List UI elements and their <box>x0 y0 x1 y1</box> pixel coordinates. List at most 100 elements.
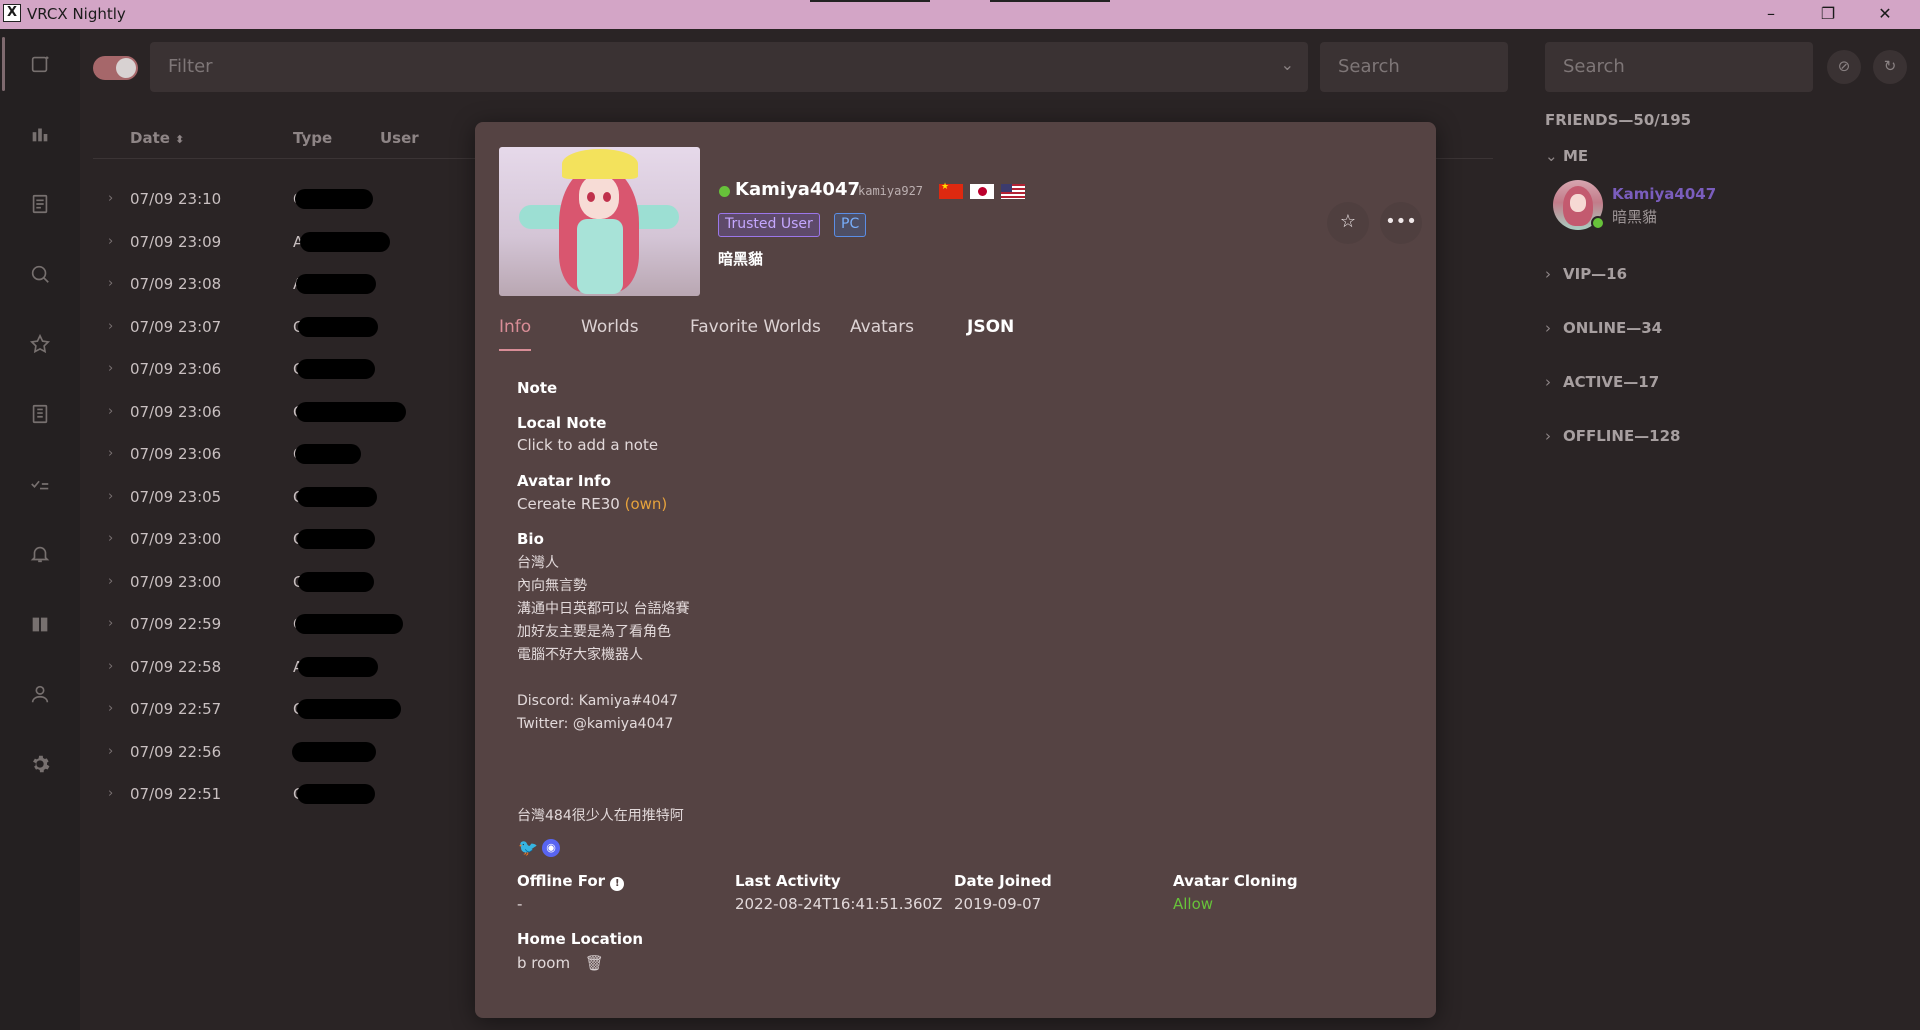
nav-search[interactable] <box>0 239 80 309</box>
favorite-button[interactable]: ☆ <box>1327 202 1369 244</box>
table-row[interactable]: ›07/09 23:10GPS <box>93 179 473 221</box>
tab-info[interactable]: Info <box>499 317 532 351</box>
nav-profile[interactable] <box>0 659 80 729</box>
chevron-right-icon: › <box>1545 319 1551 337</box>
more-options-button[interactable]: ••• <box>1380 202 1422 244</box>
nav-charts[interactable] <box>0 99 80 169</box>
table-row[interactable]: ›07/09 23:08Avatar <box>93 264 473 306</box>
expand-chevron-icon[interactable]: › <box>108 489 113 504</box>
expand-chevron-icon[interactable]: › <box>108 276 113 291</box>
maximize-button[interactable]: ❐ <box>1800 0 1856 29</box>
table-row[interactable]: ›07/09 23:06GPS <box>93 349 473 391</box>
table-row[interactable]: ›07/09 23:07GPS <box>93 307 473 349</box>
expand-chevron-icon[interactable]: › <box>108 446 113 461</box>
row-date: 07/09 23:05 <box>130 487 222 506</box>
friends-count-header: FRIENDS—50/195 <box>1545 111 1692 129</box>
dialog-tabs: Info Worlds Favorite Worlds Avatars JSON <box>499 317 1399 351</box>
group-offline[interactable]: › OFFLINE—128 <box>1545 427 1681 445</box>
discord-icon[interactable]: ◉ <box>542 839 560 857</box>
offline-for-label-text: Offline For <box>517 872 606 890</box>
date-header-label: Date <box>130 129 170 147</box>
filter-toggle[interactable] <box>93 56 138 80</box>
row-date: 07/09 22:57 <box>130 700 222 718</box>
friend-search-placeholder: Search <box>1563 56 1625 77</box>
expand-chevron-icon[interactable]: › <box>108 659 113 674</box>
close-button[interactable]: ✕ <box>1857 0 1913 29</box>
redacted-user <box>298 316 378 337</box>
redacted-user <box>297 359 375 379</box>
nav-feed[interactable] <box>0 29 80 99</box>
refresh-button[interactable]: ↻ <box>1873 50 1907 84</box>
tab-favorite-worlds[interactable]: Favorite Worlds <box>690 317 821 337</box>
book-icon <box>32 617 48 632</box>
nav-notifications[interactable] <box>0 519 80 589</box>
redacted-user <box>298 571 374 592</box>
column-header-date[interactable]: Date ⬍ <box>130 129 184 147</box>
japan-flag-icon <box>970 184 994 199</box>
expand-chevron-icon[interactable]: › <box>108 404 113 419</box>
nav-moderation[interactable] <box>0 449 80 519</box>
expand-chevron-icon[interactable]: › <box>108 319 113 334</box>
nav-friend-log[interactable] <box>0 379 80 449</box>
chevron-right-icon: › <box>1545 265 1551 283</box>
row-date: 07/09 23:08 <box>130 275 222 293</box>
table-row[interactable]: ›07/09 23:05Online <box>93 477 473 519</box>
scrollbar[interactable] <box>1908 29 1920 1030</box>
tab-avatars[interactable]: Avatars <box>850 317 914 337</box>
expand-chevron-icon[interactable]: › <box>108 574 113 589</box>
row-date: 07/09 23:09 <box>130 232 222 251</box>
nav-player-moderation[interactable] <box>0 589 80 659</box>
usa-flag-icon <box>1001 184 1025 199</box>
group-online[interactable]: › ONLINE—34 <box>1545 319 1662 337</box>
table-row[interactable]: ›07/09 23:09Avatar <box>93 222 473 264</box>
table-row[interactable]: ›07/09 23:06GPS <box>93 392 473 434</box>
log-search-input[interactable]: Search <box>1320 42 1508 92</box>
group-me[interactable]: ⌄ ME <box>1545 147 1588 165</box>
table-row[interactable]: ›07/09 22:56Online <box>93 732 473 774</box>
nav-favorites[interactable] <box>0 309 80 379</box>
table-row[interactable]: ›07/09 22:57Offline <box>93 689 473 731</box>
group-active[interactable]: › ACTIVE—17 <box>1545 373 1659 391</box>
group-vip[interactable]: › VIP—16 <box>1545 265 1627 283</box>
expand-chevron-icon[interactable]: › <box>108 531 113 546</box>
minimize-button[interactable]: – <box>1743 0 1799 29</box>
compass-button[interactable]: ⊘ <box>1827 50 1861 84</box>
twitter-icon[interactable]: 🐦 <box>518 839 538 857</box>
table-row[interactable]: ›07/09 22:59GPS <box>93 604 473 646</box>
friend-search-input[interactable]: Search <box>1545 42 1813 92</box>
group-label: VIP—16 <box>1563 265 1628 283</box>
nav-settings[interactable] <box>0 729 80 799</box>
table-row[interactable]: ›07/09 23:00Offline <box>93 519 473 561</box>
column-header-user: User <box>380 129 419 147</box>
table-row[interactable]: ›07/09 23:00GPS <box>93 562 473 604</box>
tab-json[interactable]: JSON <box>967 317 1014 337</box>
expand-chevron-icon[interactable]: › <box>108 191 113 206</box>
star-icon <box>29 333 51 354</box>
table-row[interactable]: ›07/09 22:51GPS <box>93 774 473 816</box>
user-avatar-image[interactable] <box>499 147 700 296</box>
info-icon[interactable]: ! <box>610 877 625 891</box>
expand-chevron-icon[interactable]: › <box>108 701 113 716</box>
table-row[interactable]: ›07/09 22:58Avatar <box>93 647 473 689</box>
tab-worlds[interactable]: Worlds <box>581 317 639 337</box>
expand-chevron-icon[interactable]: › <box>108 744 113 759</box>
expand-chevron-icon[interactable]: › <box>108 234 113 249</box>
chevron-right-icon: › <box>1545 373 1551 391</box>
row-date: 07/09 23:06 <box>130 445 222 463</box>
expand-chevron-icon[interactable]: › <box>108 616 113 631</box>
table-row[interactable]: ›07/09 23:06GPS <box>93 434 473 476</box>
expand-chevron-icon[interactable]: › <box>108 786 113 801</box>
filter-select[interactable]: Filter ⌄ <box>150 42 1308 92</box>
home-location-value[interactable]: b room 🗑 <box>517 954 604 972</box>
trash-icon[interactable]: 🗑 <box>585 954 604 972</box>
nav-game-log[interactable] <box>0 169 80 239</box>
bell-icon <box>30 546 50 563</box>
star-icon: ☆ <box>1339 211 1357 232</box>
redacted-user <box>297 699 401 719</box>
avatar-info-value[interactable]: Cereate RE30 (own) <box>517 495 667 513</box>
chevron-down-icon: ⌄ <box>1545 147 1558 165</box>
me-name[interactable]: Kamiya4047 <box>1612 185 1716 203</box>
local-note-value[interactable]: Click to add a note <box>517 436 658 454</box>
ellipsis-icon: ••• <box>1385 211 1417 232</box>
expand-chevron-icon[interactable]: › <box>108 361 113 376</box>
